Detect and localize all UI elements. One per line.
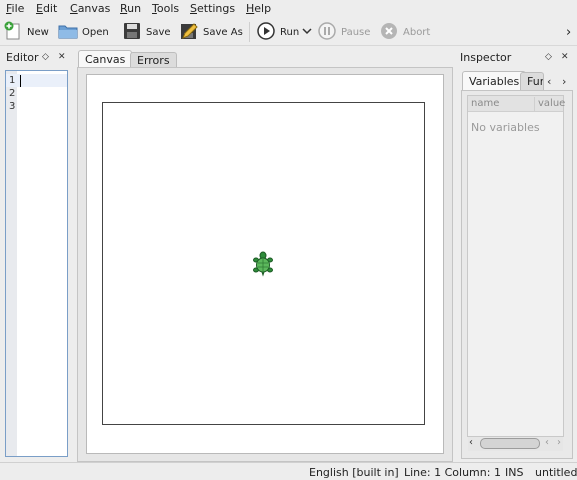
column-header-value[interactable]: value [538,98,565,109]
tab-variables[interactable]: Variables [462,71,527,90]
floppy-disk-icon [122,21,142,44]
line-number: 3 [9,101,16,112]
menu-bar: File Edit Canvas Run Tools Settings Help [0,0,577,18]
save-as-pencil-icon [179,21,199,44]
save-button[interactable]: Save [122,21,171,43]
scroll-left-icon[interactable]: ‹ [469,437,473,448]
tab-scroll-left-icon[interactable]: ‹ [547,75,551,88]
inspector-dock-title: Inspector [460,51,512,64]
tab-errors[interactable]: Errors [130,52,177,68]
menu-run[interactable]: Run [120,2,141,15]
scroll-right-icon[interactable]: › [557,437,561,448]
status-filename: untitled [535,466,577,479]
pause-icon [317,21,337,44]
turtle-icon [252,251,274,280]
float-dock-icon[interactable]: ◇ [42,52,49,62]
toolbar-separator [249,22,250,42]
variables-table[interactable] [467,95,564,437]
float-dock-icon[interactable]: ◇ [545,52,552,62]
text-cursor [20,75,21,87]
run-dropdown-button[interactable] [302,21,312,43]
editor-dock-title: Editor [6,51,39,64]
menu-file[interactable]: File [6,2,24,15]
scroll-left-alt-icon[interactable]: ‹ [545,437,549,448]
tab-scroll-right-icon[interactable]: › [562,75,566,88]
column-header-name[interactable]: name [471,98,499,109]
close-dock-icon[interactable]: ✕ [58,52,66,62]
status-cursor-position: Line: 1 Column: 1 [404,466,501,479]
abort-x-icon [379,21,399,44]
menu-tools[interactable]: Tools [152,2,179,15]
tab-canvas[interactable]: Canvas [78,50,133,68]
folder-icon [58,21,78,44]
close-dock-icon[interactable]: ✕ [561,52,569,62]
menu-canvas[interactable]: Canvas [70,2,110,15]
line-number: 1 [9,75,16,86]
scrollbar-thumb[interactable] [480,438,540,449]
pause-button[interactable]: Pause [317,21,370,43]
toolbar-overflow-button[interactable]: › [566,21,571,43]
abort-button[interactable]: Abort [379,21,430,43]
toolbar: New Open Save Save As Run Pause Abort › [0,18,577,46]
status-language: English [built in] [309,466,399,479]
menu-settings[interactable]: Settings [190,2,235,15]
save-as-button[interactable]: Save As [179,21,243,43]
play-icon [256,21,276,44]
line-number-gutter [6,71,17,456]
new-button[interactable]: New [3,21,49,43]
menu-edit[interactable]: Edit [36,2,57,15]
status-bar: English [built in] Line: 1 Column: 1 INS… [0,462,577,480]
menu-help[interactable]: Help [246,2,271,15]
status-insert-mode: INS [505,466,524,479]
chevron-down-icon [302,26,312,39]
tab-functions[interactable]: Fur [520,72,544,90]
run-button[interactable]: Run [256,21,299,43]
column-divider [534,97,535,111]
open-button[interactable]: Open [58,21,109,43]
new-document-icon [3,21,23,44]
line-number: 2 [9,88,16,99]
empty-message: No variables [471,121,540,134]
